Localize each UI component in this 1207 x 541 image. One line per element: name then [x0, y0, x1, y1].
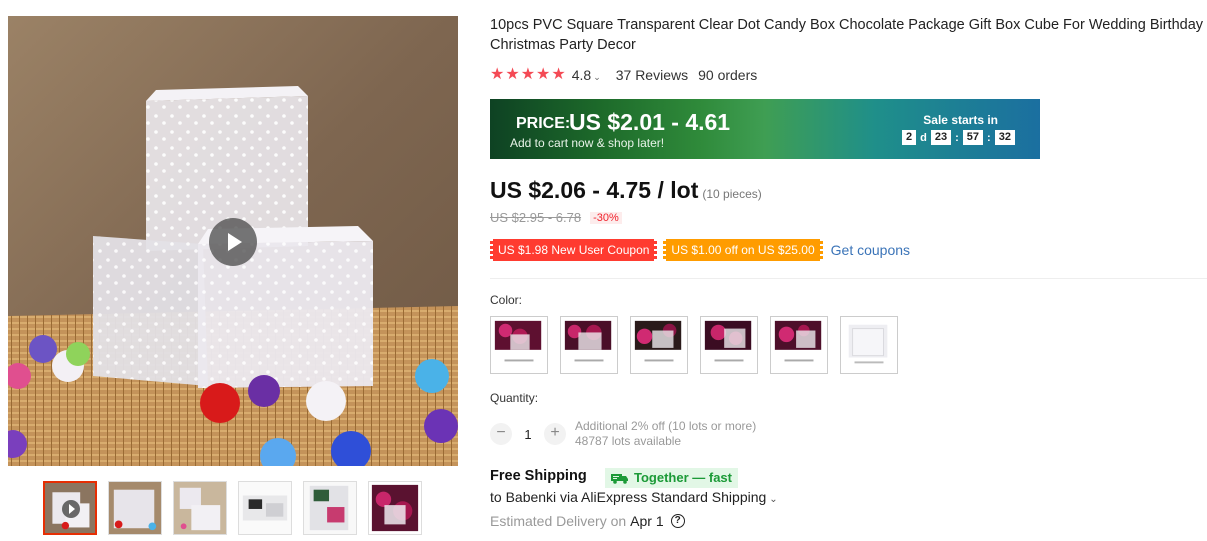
- shipping-destination-text: to Babenki via AliExpress Standard Shipp…: [490, 489, 767, 505]
- quantity-label: Quantity:: [490, 391, 539, 405]
- bulk-discount-note: Additional 2% off (10 lots or more): [575, 419, 757, 433]
- swatch-image: [561, 317, 617, 373]
- promo-banner: PRICE: US $2.01 - 4.61 Add to cart now &…: [490, 99, 1040, 159]
- star-icon: ★: [551, 66, 566, 83]
- swatch-image: [841, 317, 897, 373]
- countdown-timer: 2 d 23 : 57 : 32: [900, 130, 1017, 145]
- color-swatch-4[interactable]: [700, 316, 758, 374]
- pieces-per-lot: (10 pieces): [702, 187, 762, 201]
- countdown-separator: :: [955, 131, 959, 144]
- countdown-separator: :: [987, 131, 991, 144]
- free-shipping-title: Free Shipping: [490, 468, 587, 484]
- current-price: US $2.06 - 4.75 / lot (10 pieces): [490, 177, 762, 204]
- delivery-label: Estimated Delivery on: [490, 513, 627, 529]
- swatch-image: [771, 317, 827, 373]
- color-label: Color:: [490, 293, 523, 307]
- rating-stars: ★ ★ ★ ★ ★: [490, 67, 566, 83]
- current-price-value: US $2.06 - 4.75 / lot: [490, 177, 699, 203]
- store-coupon[interactable]: US $1.00 off on US $25.00: [662, 239, 824, 261]
- color-swatch-2[interactable]: [560, 316, 618, 374]
- chevron-down-icon: ⌄: [769, 494, 778, 505]
- new-user-coupon[interactable]: US $1.98 New User Coupon: [488, 239, 659, 261]
- play-icon: [62, 500, 80, 518]
- play-video-button[interactable]: [209, 218, 257, 266]
- truck-icon: [611, 473, 628, 484]
- sale-title: Sale starts in: [923, 113, 998, 127]
- countdown-days-unit: d: [920, 131, 927, 144]
- quantity-plus-button[interactable]: +: [544, 423, 566, 445]
- shipping-destination[interactable]: to Babenki via AliExpress Standard Shipp…: [490, 489, 778, 505]
- thumbnail-3[interactable]: [173, 481, 227, 535]
- color-swatch-6[interactable]: [840, 316, 898, 374]
- divider: [490, 278, 1207, 279]
- thumbnail-image: [369, 482, 421, 534]
- quantity-input[interactable]: [512, 426, 544, 442]
- color-swatch-3[interactable]: [630, 316, 688, 374]
- swatch-image: [491, 317, 547, 373]
- reviews-link[interactable]: 37 Reviews: [616, 67, 688, 83]
- discount-badge: -30%: [590, 211, 622, 224]
- help-icon[interactable]: ?: [670, 514, 685, 528]
- rating-value[interactable]: 4.8 ⌄: [572, 67, 601, 83]
- countdown-hours: 23: [930, 130, 952, 145]
- rating-number: 4.8: [571, 67, 592, 83]
- original-price: US $2.95 - 6.78: [490, 210, 582, 225]
- estimated-delivery: Estimated Delivery on Apr 1 ?: [490, 513, 685, 529]
- countdown-seconds: 32: [994, 130, 1015, 145]
- promo-subtitle: Add to cart now & shop later!: [510, 136, 665, 150]
- countdown-days: 2: [902, 130, 917, 145]
- thumbnail-4[interactable]: [238, 481, 292, 535]
- thumbnail-6[interactable]: [368, 481, 422, 535]
- thumbnail-2[interactable]: [108, 481, 162, 535]
- thumbnail-image: [304, 482, 356, 534]
- together-label: Together — fast: [634, 470, 732, 485]
- promo-price-label: PRICE:: [516, 115, 571, 132]
- star-icon: ★: [536, 66, 551, 83]
- quantity-stepper: − + Additional 2% off (10 lots or more) …: [490, 419, 756, 449]
- delivery-date: Apr 1: [630, 513, 664, 529]
- swatch-image: [631, 317, 687, 373]
- product-title: 10pcs PVC Square Transparent Clear Dot C…: [490, 17, 1204, 53]
- color-swatch-1[interactable]: [490, 316, 548, 374]
- countdown-minutes: 57: [962, 130, 984, 145]
- orders-count: 90 orders: [698, 67, 758, 83]
- original-price-row: US $2.95 - 6.78 -30%: [490, 210, 622, 225]
- thumbnail-image: [239, 482, 291, 534]
- product-info: 10pcs PVC Square Transparent Clear Dot C…: [488, 15, 1207, 529]
- rating-row: ★ ★ ★ ★ ★ 4.8 ⌄ 37 Reviews 90 orders: [490, 65, 1207, 85]
- quantity-minus-button[interactable]: −: [490, 423, 512, 445]
- quantity-notes: Additional 2% off (10 lots or more) 4878…: [575, 419, 756, 449]
- color-swatches: [490, 316, 910, 374]
- together-badge: Together — fast: [605, 468, 738, 488]
- color-swatch-5[interactable]: [770, 316, 828, 374]
- star-icon: ★: [490, 66, 505, 83]
- thumbnail-5[interactable]: [303, 481, 357, 535]
- coupons-row: US $1.98 New User Coupon US $1.00 off on…: [488, 239, 910, 261]
- product-main-image[interactable]: [8, 16, 458, 466]
- star-icon: ★: [505, 66, 520, 83]
- play-icon: [228, 233, 242, 251]
- thumbnail-image: [174, 482, 226, 534]
- chevron-down-icon: ⌄: [593, 72, 601, 82]
- thumbnail-image: [109, 482, 161, 534]
- star-icon: ★: [520, 66, 536, 83]
- thumbnail-1[interactable]: [43, 481, 97, 535]
- lots-available: 48787 lots available: [575, 434, 682, 448]
- swatch-image: [701, 317, 757, 373]
- promo-price-value: US $2.01 - 4.61: [569, 109, 731, 135]
- get-coupons-link[interactable]: Get coupons: [831, 242, 910, 258]
